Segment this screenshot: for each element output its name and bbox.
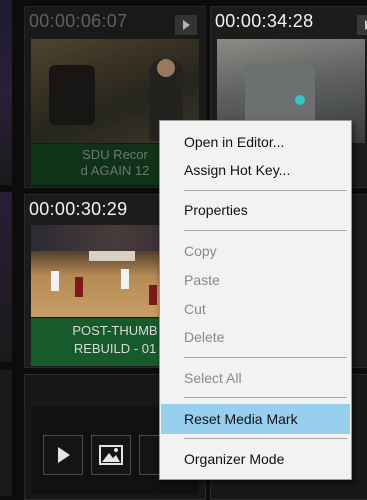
menu-separator <box>184 190 347 191</box>
menu-item-organizer-mode[interactable]: Organizer Mode <box>161 446 350 472</box>
play-icon[interactable] <box>175 15 197 35</box>
play-icon[interactable] <box>43 435 83 475</box>
adjacent-tile-edge <box>0 0 12 185</box>
tile-timecode: 00:00:30:29 <box>29 199 128 219</box>
image-icon[interactable] <box>91 435 131 475</box>
play-icon[interactable] <box>357 15 367 35</box>
menu-item-properties[interactable]: Properties <box>161 197 350 223</box>
context-menu: Open in Editor... Assign Hot Key... Prop… <box>159 120 352 480</box>
adjacent-tile-edge <box>0 370 12 496</box>
menu-item-reset-media-mark[interactable]: Reset Media Mark <box>161 404 350 434</box>
menu-separator <box>184 397 347 398</box>
menu-item-assign-hot-key[interactable]: Assign Hot Key... <box>161 157 350 183</box>
menu-item-select-all: Select All <box>184 370 242 386</box>
tile-timecode: 00:00:34:28 <box>215 11 314 31</box>
menu-separator <box>184 438 347 439</box>
menu-item-copy: Copy <box>184 243 217 259</box>
menu-separator <box>184 357 347 358</box>
tile-timecode: 00:00:06:07 <box>29 11 128 31</box>
menu-item-paste: Paste <box>184 272 220 288</box>
adjacent-tile-edge <box>0 192 12 362</box>
menu-item-cut: Cut <box>184 301 206 317</box>
menu-separator <box>184 230 347 231</box>
menu-item-open-in-editor[interactable]: Open in Editor... <box>161 129 350 155</box>
menu-item-delete: Delete <box>184 329 225 345</box>
